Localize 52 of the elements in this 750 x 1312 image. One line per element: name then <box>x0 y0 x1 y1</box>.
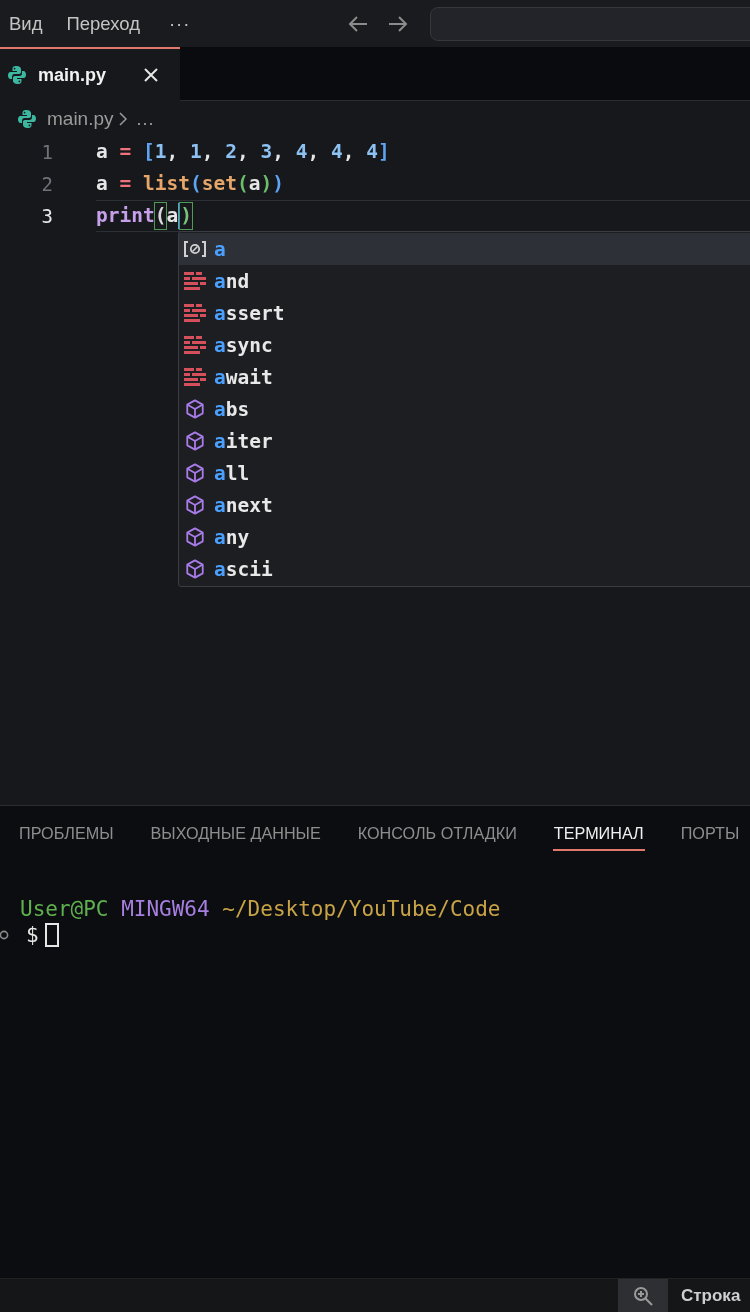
cube-icon <box>183 463 207 483</box>
code-line: print(a) <box>96 202 192 230</box>
cube-icon <box>183 399 207 419</box>
menu-item[interactable]: Вид <box>9 12 43 35</box>
breadcrumb-item[interactable]: main.py <box>47 107 114 130</box>
line-number: 2 <box>40 172 54 197</box>
suggestion-item[interactable]: a <box>179 233 750 265</box>
panel-tab[interactable]: ТЕРМИНАЛ <box>552 818 645 851</box>
line-number: 1 <box>40 140 54 165</box>
status-item[interactable]: Строка <box>681 1279 741 1312</box>
suggestion-item[interactable]: abs <box>179 393 750 425</box>
zoom-in-icon <box>633 1285 653 1306</box>
text-lines-icon <box>183 303 207 323</box>
file-type-icon <box>17 108 37 129</box>
suggestion-item[interactable]: ascii <box>179 553 750 585</box>
code-line: a = list(set(a)) <box>96 171 284 197</box>
terminal-prompt: $ <box>26 922 39 948</box>
code-line: a = [1, 1, 2, 3, 4, 4, 4] <box>96 139 390 165</box>
more-button[interactable]: ··· <box>168 12 191 35</box>
panel-tab[interactable]: ПОРТЫ <box>679 818 741 851</box>
suggestion-item[interactable]: all <box>179 457 750 489</box>
cube-icon <box>183 559 207 579</box>
arrow-right-icon[interactable] <box>388 14 408 33</box>
file-type-icon <box>7 65 27 85</box>
breadcrumb-item[interactable]: … <box>135 107 155 130</box>
arrow-left-icon[interactable] <box>348 14 368 33</box>
menu-item[interactable]: Переход <box>66 12 140 35</box>
text-lines-icon <box>183 367 207 387</box>
search-field[interactable] <box>430 6 750 41</box>
suggestion-item[interactable]: and <box>179 265 750 297</box>
text-lines-icon <box>183 271 207 291</box>
suggestion-item[interactable]: assert <box>179 297 750 329</box>
zoom-button[interactable] <box>618 1279 668 1312</box>
cursor-icon <box>44 923 59 947</box>
suggestion-item[interactable]: anext <box>179 489 750 521</box>
line-number: 3 <box>40 204 54 229</box>
suggestion-item[interactable]: any <box>179 521 750 553</box>
terminal-line: User@PC MINGW64 ~/Desktop/YouTube/Code <box>19 896 502 922</box>
panel-tab[interactable]: КОНСОЛЬ ОТЛАДКИ <box>356 818 518 851</box>
panel-tab[interactable]: ВЫХОДНЫЕ ДАННЫЕ <box>149 818 322 851</box>
text-lines-icon <box>183 335 207 355</box>
suggestion-item[interactable]: await <box>179 361 750 393</box>
cube-icon <box>183 431 207 451</box>
cube-icon <box>183 495 207 515</box>
chevron-icon <box>118 111 127 126</box>
editor-tab[interactable]: main.py <box>0 47 180 101</box>
panel-tab[interactable]: ПРОБЛЕМЫ <box>18 818 115 851</box>
cube-icon <box>183 527 207 547</box>
suggestion-item[interactable]: async <box>179 329 750 361</box>
variable-icon <box>183 239 207 259</box>
close-icon[interactable] <box>144 68 158 82</box>
suggestion-item[interactable]: aiter <box>179 425 750 457</box>
